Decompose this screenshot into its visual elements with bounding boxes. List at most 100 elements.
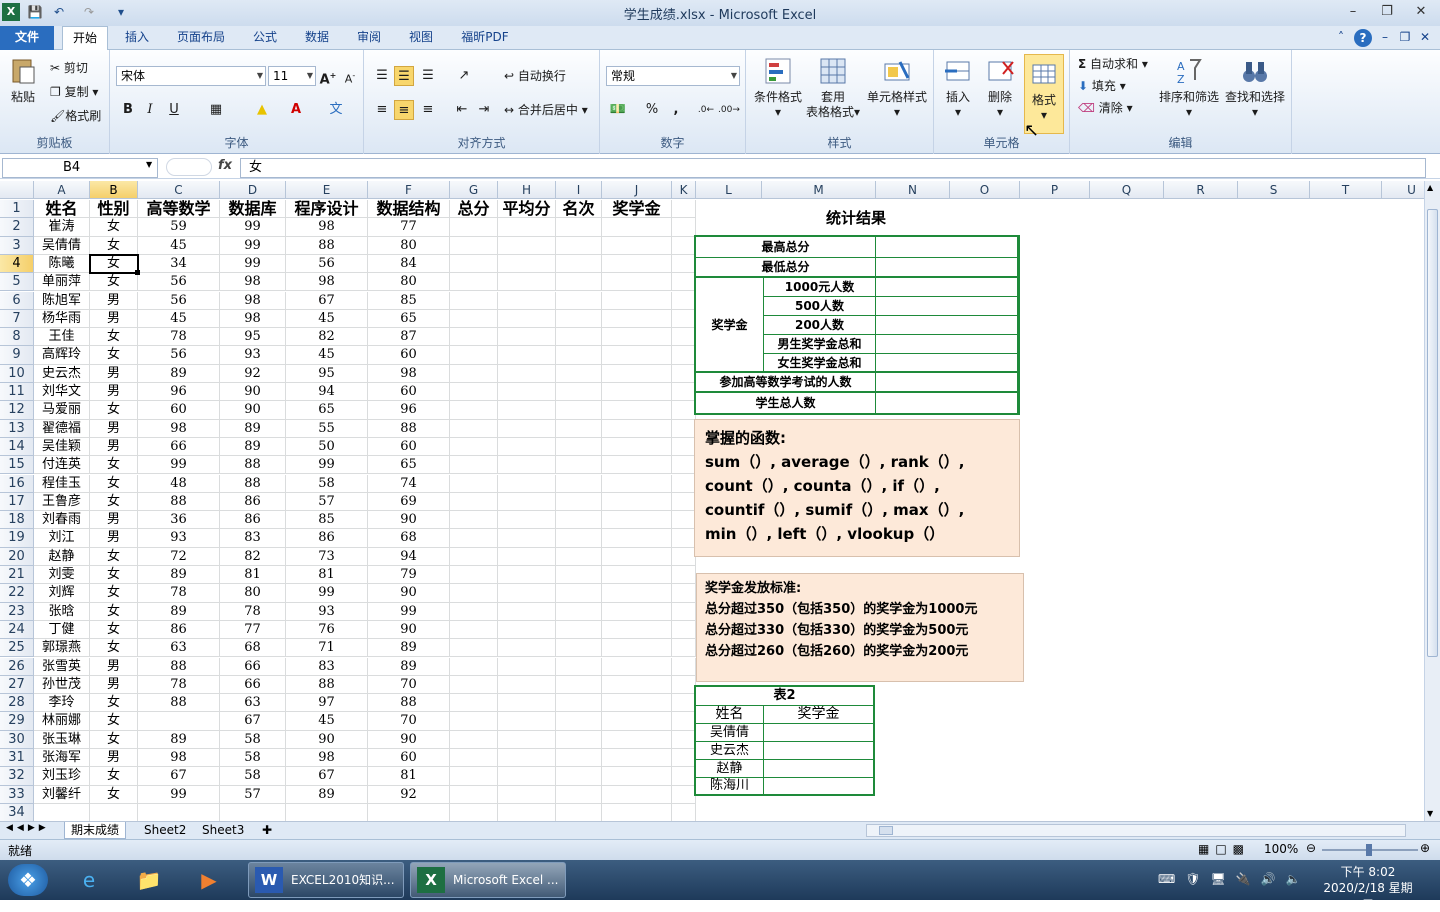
data-cell[interactable]: 82: [286, 328, 368, 347]
data-cell[interactable]: 王佳: [34, 328, 90, 347]
data-cell[interactable]: [672, 456, 696, 475]
data-cell[interactable]: [498, 456, 556, 475]
data-cell[interactable]: [498, 620, 556, 640]
data-cell[interactable]: 89: [138, 566, 220, 585]
data-cell[interactable]: [556, 730, 602, 749]
data-cell[interactable]: 88: [286, 675, 368, 695]
font-color-icon[interactable]: A: [286, 100, 306, 120]
row-header[interactable]: 26: [0, 657, 34, 676]
column-header[interactable]: J: [602, 181, 672, 199]
row-header[interactable]: 34: [0, 803, 34, 821]
data-cell[interactable]: 崔涛: [34, 218, 90, 237]
data-cell[interactable]: 吴佳颖: [34, 437, 90, 457]
column-title-cell[interactable]: 奖学金: [602, 200, 672, 219]
data-cell[interactable]: 女: [90, 492, 138, 512]
data-cell[interactable]: [498, 730, 556, 749]
table2-name[interactable]: 吴倩倩: [696, 724, 764, 742]
data-cell[interactable]: [602, 364, 672, 383]
data-cell[interactable]: [498, 749, 556, 768]
count-500-value[interactable]: [876, 297, 1018, 316]
data-cell[interactable]: 50: [286, 437, 368, 457]
data-cell[interactable]: [498, 309, 556, 329]
data-cell[interactable]: [556, 291, 602, 310]
data-cell[interactable]: 杨华雨: [34, 309, 90, 329]
data-cell[interactable]: [556, 401, 602, 420]
data-cell[interactable]: 96: [138, 383, 220, 402]
data-cell[interactable]: [450, 236, 498, 255]
tab-home[interactable]: 开始: [62, 26, 108, 51]
data-cell[interactable]: [286, 803, 368, 821]
data-cell[interactable]: 66: [220, 657, 286, 676]
data-cell[interactable]: [602, 383, 672, 402]
data-cell[interactable]: [556, 346, 602, 365]
student-total-value[interactable]: [876, 393, 1018, 413]
data-cell[interactable]: [602, 749, 672, 768]
data-cell[interactable]: [556, 511, 602, 530]
data-cell[interactable]: [450, 273, 498, 292]
data-cell[interactable]: 88: [220, 456, 286, 475]
data-cell[interactable]: [450, 474, 498, 493]
data-cell[interactable]: 85: [286, 511, 368, 530]
column-header[interactable]: A: [34, 181, 90, 199]
data-cell[interactable]: [556, 767, 602, 786]
row-header[interactable]: 20: [0, 547, 34, 566]
clear-button[interactable]: ⌫ 清除 ▾: [1078, 100, 1133, 116]
data-cell[interactable]: [672, 566, 696, 585]
align-top-icon[interactable]: ☰: [372, 66, 392, 86]
row-header[interactable]: 3: [0, 236, 34, 255]
data-cell[interactable]: 女: [90, 602, 138, 621]
data-cell[interactable]: 99: [368, 602, 450, 621]
data-cell[interactable]: 张海军: [34, 749, 90, 768]
data-cell[interactable]: [450, 749, 498, 768]
data-cell[interactable]: 58: [220, 730, 286, 749]
math-count-value[interactable]: [876, 373, 1018, 393]
select-all-corner[interactable]: [0, 181, 34, 199]
data-cell[interactable]: [602, 328, 672, 347]
data-cell[interactable]: [450, 511, 498, 530]
data-cell[interactable]: [602, 675, 672, 695]
data-cell[interactable]: 99: [286, 456, 368, 475]
data-cell[interactable]: [498, 511, 556, 530]
data-cell[interactable]: 56: [138, 291, 220, 310]
data-cell[interactable]: 69: [368, 492, 450, 512]
data-cell[interactable]: [672, 309, 696, 329]
data-cell[interactable]: 陈旭军: [34, 291, 90, 310]
taskbar-excel-app[interactable]: X Microsoft Excel ...: [410, 862, 566, 898]
conditional-format-button[interactable]: 条件格式 ▾: [750, 56, 806, 120]
vertical-scroll-thumb[interactable]: [1427, 209, 1438, 657]
column-header[interactable]: M: [762, 181, 876, 199]
data-cell[interactable]: 90: [368, 730, 450, 749]
column-title-cell[interactable]: 数据结构: [368, 200, 450, 219]
data-cell[interactable]: 99: [220, 254, 286, 274]
data-cell[interactable]: [602, 456, 672, 475]
data-cell[interactable]: [672, 254, 696, 274]
data-cell[interactable]: 78: [138, 675, 220, 695]
data-cell[interactable]: 女: [90, 401, 138, 420]
data-cell[interactable]: [220, 803, 286, 821]
data-cell[interactable]: 77: [368, 218, 450, 237]
data-cell[interactable]: 86: [220, 511, 286, 530]
data-cell[interactable]: 59: [138, 218, 220, 237]
merge-center-button[interactable]: ↔ 合并后居中 ▾: [504, 102, 588, 118]
data-cell[interactable]: 90: [286, 730, 368, 749]
data-cell[interactable]: 女: [90, 566, 138, 585]
data-cell[interactable]: 男: [90, 291, 138, 310]
view-buttons-icon[interactable]: ▦□▩: [1198, 842, 1250, 856]
data-cell[interactable]: [34, 803, 90, 821]
data-cell[interactable]: [498, 273, 556, 292]
data-cell[interactable]: [672, 346, 696, 365]
name-box[interactable]: B4: [2, 158, 158, 178]
phonetic-icon[interactable]: 文: [326, 100, 346, 120]
zoom-out-icon[interactable]: ⊖: [1306, 841, 1316, 855]
column-title-cell[interactable]: 性别: [90, 200, 138, 219]
data-cell[interactable]: 96: [368, 401, 450, 420]
start-button-icon[interactable]: ❖: [8, 864, 48, 896]
data-cell[interactable]: 60: [368, 749, 450, 768]
data-cell[interactable]: [556, 328, 602, 347]
font-name-combo[interactable]: 宋体 ▼: [116, 66, 266, 86]
data-cell[interactable]: 88: [220, 474, 286, 493]
data-cell[interactable]: 45: [138, 309, 220, 329]
data-cell[interactable]: [556, 547, 602, 566]
data-cell[interactable]: 93: [286, 602, 368, 621]
column-header[interactable]: Q: [1090, 181, 1164, 199]
